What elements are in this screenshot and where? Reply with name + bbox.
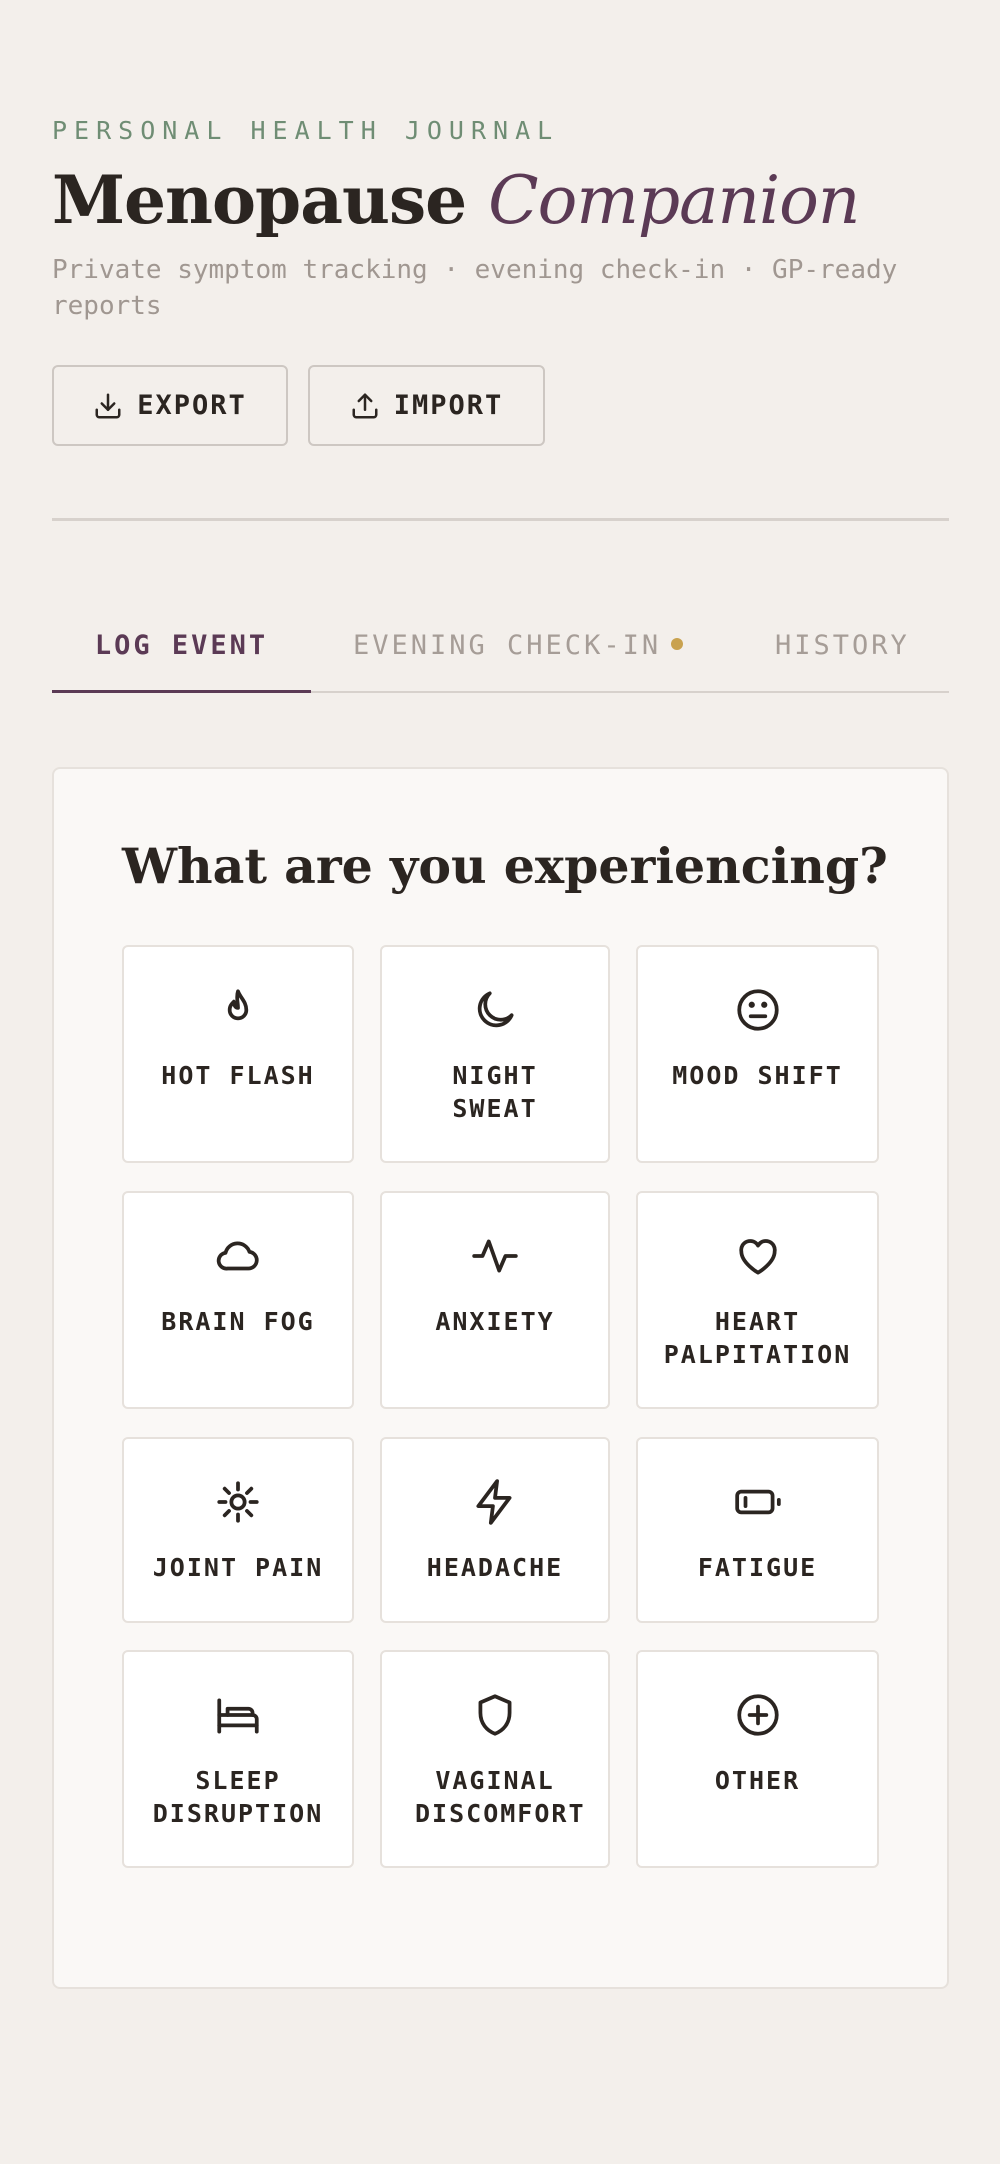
symptom-card-fatigue[interactable]: FATIGUE <box>636 1437 879 1623</box>
symptom-card-brain-fog[interactable]: BRAIN FOG <box>122 1191 354 1409</box>
page-subtitle: Private symptom tracking · evening check… <box>52 255 898 321</box>
page-title: Menopause Companion <box>52 158 860 243</box>
symptom-card-vaginal-discomfort[interactable]: VAGINAL DISCOMFORT <box>380 1650 610 1868</box>
tab-bar: LOG EVENT EVENING CHECK-IN HISTORY <box>52 620 949 693</box>
symptom-card-mood-shift[interactable]: MOOD SHIFT <box>636 945 879 1163</box>
neutral-face-icon <box>736 989 779 1031</box>
battery-low-icon <box>734 1489 781 1515</box>
plus-circle-icon <box>736 1694 779 1736</box>
symptom-label: MOOD SHIFT <box>672 1061 843 1090</box>
header-divider <box>52 518 949 521</box>
title-accent: Companion <box>488 162 860 239</box>
symptom-label: FATIGUE <box>697 1553 818 1582</box>
flame-icon <box>227 989 249 1021</box>
moon-icon <box>477 991 514 1028</box>
import-button[interactable]: IMPORT <box>308 365 545 446</box>
tab-evening-check-in[interactable]: EVENING CHECK-IN <box>353 620 684 693</box>
symptom-label: HOT FLASH <box>161 1061 315 1090</box>
tab-log-event[interactable]: LOG EVENT <box>52 620 311 693</box>
symptom-label: ANXIETY <box>435 1307 555 1336</box>
import-label: IMPORT <box>393 390 504 421</box>
symptom-label: SLEEP DISRUPTION <box>152 1766 324 1828</box>
symptom-label: HEADACHE <box>426 1553 564 1582</box>
log-event-panel: What are you experiencing? HOT FLASH NIGH… <box>52 767 949 1989</box>
symptom-label: VAGINAL DISCOMFORT <box>415 1766 586 1828</box>
activity-icon <box>472 1239 518 1273</box>
sun-icon <box>217 1481 259 1523</box>
symptom-card-hot-flash[interactable]: HOT FLASH <box>122 945 354 1163</box>
symptom-card-night-sweat[interactable]: NIGHT SWEAT <box>380 945 610 1163</box>
symptom-card-anxiety[interactable]: ANXIETY <box>380 1191 610 1409</box>
download-icon <box>95 393 121 418</box>
symptom-card-sleep-disruption[interactable]: SLEEP DISRUPTION <box>122 1650 354 1868</box>
symptom-card-other[interactable]: OTHER <box>636 1650 879 1868</box>
symptom-label: BRAIN FOG <box>161 1307 315 1336</box>
bed-icon <box>217 1698 259 1734</box>
heart-icon <box>738 1239 777 1275</box>
symptom-card-heart-palpitation[interactable]: HEART PALPITATION <box>636 1191 879 1409</box>
symptom-card-headache[interactable]: HEADACHE <box>380 1437 610 1623</box>
tab-history[interactable]: HISTORY <box>775 620 910 693</box>
tab-evening-check-in-label: EVENING CHECK-IN <box>353 630 662 661</box>
lightning-icon <box>476 1479 512 1525</box>
upload-icon <box>352 393 378 418</box>
symptom-label: NIGHT SWEAT <box>452 1061 538 1123</box>
export-label: EXPORT <box>137 390 247 421</box>
app-eyebrow: PERSONAL HEALTH JOURNAL <box>52 116 560 145</box>
symptom-card-joint-pain[interactable]: JOINT PAIN <box>122 1437 354 1623</box>
export-button[interactable]: EXPORT <box>52 365 288 446</box>
notification-dot <box>671 637 684 650</box>
panel-title: What are you experiencing? <box>122 837 888 895</box>
symptom-label: OTHER <box>714 1766 801 1795</box>
shield-icon <box>478 1694 512 1736</box>
cloud-icon <box>216 1241 259 1271</box>
title-main: Menopause <box>52 161 467 239</box>
symptom-label: HEART PALPITATION <box>663 1307 852 1369</box>
symptom-label: JOINT PAIN <box>152 1553 324 1582</box>
